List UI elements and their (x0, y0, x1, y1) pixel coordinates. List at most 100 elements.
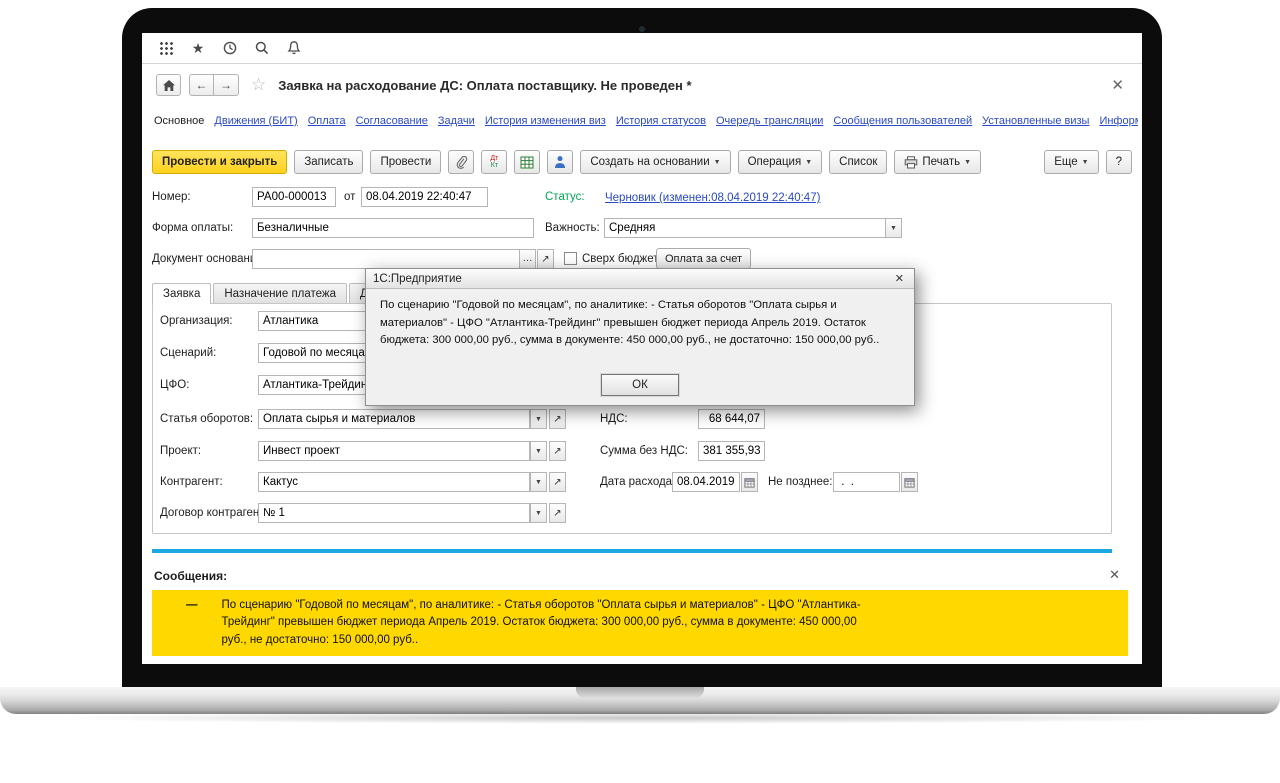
window-close-button[interactable]: ✕ (1107, 76, 1128, 94)
nav-link-visa-history[interactable]: История изменения виз (485, 115, 606, 127)
message-list-item[interactable]: — По сценарию "Годовой по месяцам", по а… (152, 590, 1128, 656)
report-button[interactable] (514, 150, 540, 174)
not-later-label: Не позднее: (768, 472, 832, 492)
nav-link-tasks[interactable]: Задачи (438, 115, 475, 127)
calendar-icon (904, 477, 915, 488)
tab-request[interactable]: Заявка (152, 283, 211, 304)
main-menu-button[interactable] (156, 38, 176, 58)
write-button[interactable]: Записать (294, 150, 363, 174)
dialog-titlebar[interactable]: 1С:Предприятие ✕ (366, 269, 914, 289)
payment-form-input[interactable] (252, 218, 534, 238)
debit-credit-button[interactable]: ДтКт (481, 150, 507, 174)
panel-splitter[interactable] (152, 549, 1112, 553)
project-open-button[interactable]: ↗ (549, 441, 566, 461)
nav-link-movements[interactable]: Движения (БИТ) (214, 115, 297, 127)
nav-link-broadcast-queue[interactable]: Очередь трансляции (716, 115, 823, 127)
print-button[interactable]: Печать▼ (894, 150, 981, 174)
post-and-close-button[interactable]: Провести и закрыть (152, 150, 287, 174)
more-label: Еще (1054, 156, 1077, 168)
subordination-button[interactable] (547, 150, 573, 174)
turnover-item-input[interactable] (258, 409, 530, 429)
vat-input[interactable] (698, 409, 765, 429)
contractor-open-button[interactable]: ↗ (549, 472, 566, 492)
nav-link-main[interactable]: Основное (154, 115, 204, 127)
expense-date-input[interactable] (672, 472, 740, 492)
contract-input[interactable] (258, 503, 530, 523)
importance-dropdown-button[interactable]: ▼ (885, 218, 902, 238)
favorite-star-icon[interactable]: ☆ (251, 75, 266, 95)
chevron-down-icon: ▼ (535, 479, 542, 486)
not-later-calendar-button[interactable] (901, 472, 918, 492)
turnover-item-dropdown-button[interactable]: ▼ (530, 409, 547, 429)
contract-dropdown-button[interactable]: ▼ (530, 503, 547, 523)
sum-without-vat-input[interactable] (698, 441, 765, 461)
contractor-label: Контрагент: (160, 472, 223, 492)
contractor-input[interactable] (258, 472, 530, 492)
favorites-button[interactable]: ★ (188, 38, 208, 58)
project-dropdown-button[interactable]: ▼ (530, 441, 547, 461)
home-button[interactable] (156, 74, 181, 96)
laptop-base (0, 687, 1280, 714)
open-link-icon: ↗ (553, 414, 561, 425)
dialog-title: 1С:Предприятие (373, 273, 462, 285)
post-button[interactable]: Провести (370, 150, 441, 174)
contract-label: Договор контрагента: (160, 503, 274, 523)
list-button[interactable]: Список (829, 150, 887, 174)
message-text: По сценарию "Годовой по месяцам", по ана… (222, 597, 862, 649)
turnover-item-label: Статья оборотов: (160, 409, 253, 429)
person-icon (554, 155, 566, 169)
over-budget-label: Сверх бюджета (582, 249, 665, 269)
back-button[interactable]: ← (189, 74, 214, 96)
chevron-down-icon: ▼ (805, 159, 812, 166)
dialog-ok-button[interactable]: ОК (601, 374, 679, 396)
dialog-close-button[interactable]: ✕ (892, 272, 907, 285)
nav-link-approval[interactable]: Согласование (356, 115, 428, 127)
messages-title: Сообщения: (154, 569, 227, 583)
help-button[interactable]: ? (1106, 150, 1132, 174)
number-input[interactable] (252, 187, 336, 207)
expense-date-calendar-button[interactable] (741, 472, 758, 492)
history-button[interactable] (220, 38, 240, 58)
base-document-open-button[interactable]: ↗ (537, 249, 554, 269)
importance-select[interactable] (604, 218, 886, 238)
nav-link-user-messages[interactable]: Сообщения пользователей (833, 115, 972, 127)
datetime-input[interactable] (361, 187, 488, 207)
contract-open-button[interactable]: ↗ (549, 503, 566, 523)
debit-credit-icon: ДтКт (490, 155, 498, 169)
project-input[interactable] (258, 441, 530, 461)
ellipsis-icon: … (523, 256, 533, 262)
app-screen: ★ ← → ☆ Заявка на расходование ДС: Оплат… (142, 33, 1142, 664)
over-budget-checkbox[interactable] (564, 252, 577, 265)
contractor-dropdown-button[interactable]: ▼ (530, 472, 547, 492)
nav-link-payment[interactable]: Оплата (308, 115, 346, 127)
nav-link-info[interactable]: Информация (1099, 115, 1138, 127)
forward-button[interactable]: → (214, 74, 239, 96)
create-on-basis-button[interactable]: Создать на основании▼ (580, 150, 730, 174)
base-document-choose-button[interactable]: … (519, 249, 536, 269)
search-button[interactable] (252, 38, 272, 58)
nav-link-visas[interactable]: Установленные визы (982, 115, 1089, 127)
home-icon (162, 79, 176, 92)
operation-label: Операция (748, 156, 802, 168)
tab-payment-purpose[interactable]: Назначение платежа (213, 283, 347, 303)
create-on-basis-label: Создать на основании (590, 156, 709, 168)
attachments-button[interactable] (448, 150, 474, 174)
base-document-input[interactable] (252, 249, 520, 269)
scenario-label: Сценарий: (160, 343, 216, 363)
more-button[interactable]: Еще▼ (1044, 150, 1098, 174)
status-link[interactable]: Черновик (изменен:08.04.2019 22:40:47) (605, 190, 820, 206)
section-links: Основное Движения (БИТ) Оплата Согласова… (154, 111, 1138, 131)
document-header: ← → ☆ Заявка на расходование ДС: Оплата … (142, 67, 1142, 103)
nav-link-status-history[interactable]: История статусов (616, 115, 706, 127)
notifications-button[interactable] (284, 38, 304, 58)
messages-close-button[interactable]: ✕ (1109, 567, 1120, 583)
chevron-down-icon: ▼ (535, 416, 542, 423)
organization-label: Организация: (160, 311, 233, 331)
open-link-icon: ↗ (553, 508, 561, 519)
operation-button[interactable]: Операция▼ (738, 150, 823, 174)
search-icon (254, 40, 270, 56)
not-later-input[interactable] (833, 472, 900, 492)
turnover-item-open-button[interactable]: ↗ (549, 409, 566, 429)
cfo-label: ЦФО: (160, 375, 189, 395)
pay-at-expense-button[interactable]: Оплата за счет (656, 248, 751, 269)
